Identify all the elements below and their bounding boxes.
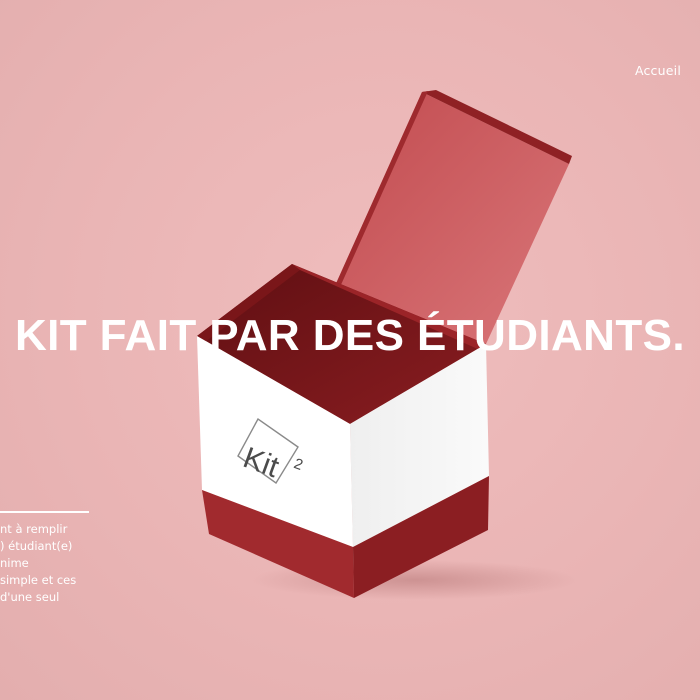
hero-description: nt à remplir ) étudiant(e) nime simple e… [0, 521, 92, 606]
description-line: simple et ces [0, 573, 77, 587]
description-line: d'une seul [0, 590, 60, 604]
description-divider [0, 511, 89, 513]
nav-link-accueil[interactable]: Accueil [635, 63, 681, 78]
description-line: nt à remplir [0, 522, 68, 536]
description-line: ) étudiant(e) [0, 539, 73, 553]
description-line: nime [0, 556, 29, 570]
hero-headline: KIT FAIT PAR DES ÉTUDIANTS. [14, 311, 685, 360]
